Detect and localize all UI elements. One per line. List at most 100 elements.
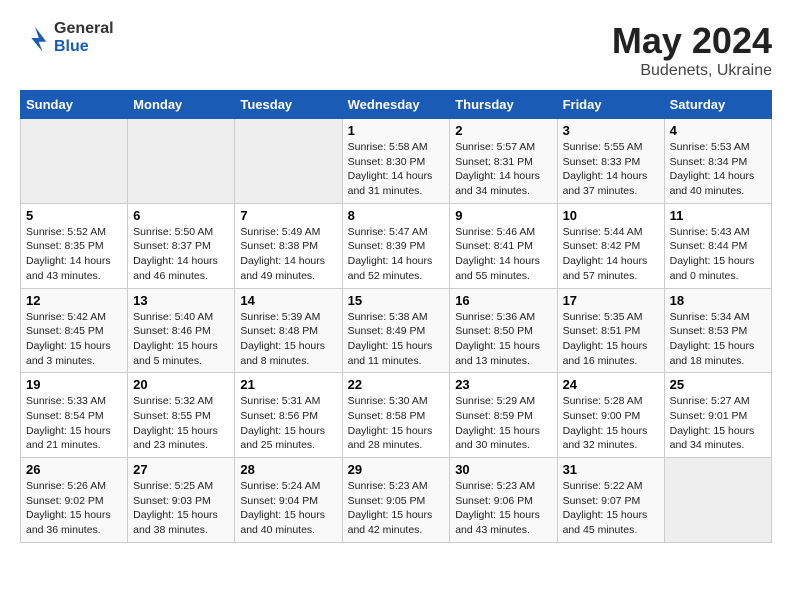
calendar-cell: 20 Sunrise: 5:32 AMSunset: 8:55 PMDayligh…	[128, 373, 235, 458]
calendar-cell: 11Sunrise: 5:43 AMSunset: 8:44 PMDayligh…	[664, 203, 771, 288]
logo: General Blue	[20, 20, 114, 56]
day-number: 7	[240, 208, 336, 223]
calendar-cell	[235, 119, 342, 204]
day-info: Sunrise: 5:49 AMSunset: 8:38 PMDaylight:…	[240, 225, 336, 284]
calendar-cell: 7 Sunrise: 5:49 AMSunset: 8:38 PMDaylight…	[235, 203, 342, 288]
day-number: 30	[455, 462, 551, 477]
day-number: 16	[455, 293, 551, 308]
day-info: Sunrise: 5:58 AMSunset: 8:30 PMDaylight:…	[348, 140, 445, 199]
day-number: 1	[348, 123, 445, 138]
day-info: Sunrise: 5:43 AMSunset: 8:44 PMDaylight:…	[670, 225, 766, 284]
day-info: Sunrise: 5:25 AMSunset: 9:03 PMDaylight:…	[133, 479, 229, 538]
day-info: Sunrise: 5:46 AMSunset: 8:41 PMDaylight:…	[455, 225, 551, 284]
calendar-cell: 24 Sunrise: 5:28 AMSunset: 9:00 PMDayligh…	[557, 373, 664, 458]
day-info: Sunrise: 5:50 AMSunset: 8:37 PMDaylight:…	[133, 225, 229, 284]
day-info: Sunrise: 5:30 AMSunset: 8:58 PMDaylight:…	[348, 394, 445, 453]
calendar-cell: 28 Sunrise: 5:24 AMSunset: 9:04 PMDayligh…	[235, 458, 342, 543]
day-info: Sunrise: 5:34 AMSunset: 8:53 PMDaylight:…	[670, 310, 766, 369]
day-info: Sunrise: 5:36 AMSunset: 8:50 PMDaylight:…	[455, 310, 551, 369]
day-number: 28	[240, 462, 336, 477]
subtitle: Budenets, Ukraine	[612, 62, 772, 80]
calendar-week-row: 5Sunrise: 5:52 AMSunset: 8:35 PMDaylight…	[21, 203, 772, 288]
calendar-cell: 15 Sunrise: 5:38 AMSunset: 8:49 PMDayligh…	[342, 288, 450, 373]
day-info: Sunrise: 5:23 AMSunset: 9:05 PMDaylight:…	[348, 479, 445, 538]
day-number: 24	[563, 377, 659, 392]
day-info: Sunrise: 5:39 AMSunset: 8:48 PMDaylight:…	[240, 310, 336, 369]
day-number: 17	[563, 293, 659, 308]
day-info: Sunrise: 5:31 AMSunset: 8:56 PMDaylight:…	[240, 394, 336, 453]
calendar-cell	[128, 119, 235, 204]
calendar-cell: 2 Sunrise: 5:57 AMSunset: 8:31 PMDaylight…	[450, 119, 557, 204]
day-number: 25	[670, 377, 766, 392]
day-info: Sunrise: 5:23 AMSunset: 9:06 PMDaylight:…	[455, 479, 551, 538]
day-number: 29	[348, 462, 445, 477]
day-number: 6	[133, 208, 229, 223]
day-number: 26	[26, 462, 122, 477]
day-info: Sunrise: 5:27 AMSunset: 9:01 PMDaylight:…	[670, 394, 766, 453]
day-info: Sunrise: 5:40 AMSunset: 8:46 PMDaylight:…	[133, 310, 229, 369]
day-info: Sunrise: 5:32 AMSunset: 8:55 PMDaylight:…	[133, 394, 229, 453]
day-info: Sunrise: 5:53 AMSunset: 8:34 PMDaylight:…	[670, 140, 766, 199]
day-number: 20	[133, 377, 229, 392]
day-number: 9	[455, 208, 551, 223]
weekday-header: Friday	[557, 91, 664, 119]
main-title: May 2024	[612, 20, 772, 62]
calendar-cell: 3 Sunrise: 5:55 AMSunset: 8:33 PMDaylight…	[557, 119, 664, 204]
day-number: 15	[348, 293, 445, 308]
page-header: General Blue May 2024 Budenets, Ukraine	[20, 20, 772, 80]
calendar-cell: 16 Sunrise: 5:36 AMSunset: 8:50 PMDayligh…	[450, 288, 557, 373]
calendar-cell: 23Sunrise: 5:29 AMSunset: 8:59 PMDayligh…	[450, 373, 557, 458]
calendar-cell: 5Sunrise: 5:52 AMSunset: 8:35 PMDaylight…	[21, 203, 128, 288]
day-number: 14	[240, 293, 336, 308]
day-number: 3	[563, 123, 659, 138]
calendar-cell: 12Sunrise: 5:42 AMSunset: 8:45 PMDayligh…	[21, 288, 128, 373]
weekday-header-row: SundayMondayTuesdayWednesdayThursdayFrid…	[21, 91, 772, 119]
calendar-cell: 25 Sunrise: 5:27 AMSunset: 9:01 PMDayligh…	[664, 373, 771, 458]
calendar-week-row: 26Sunrise: 5:26 AMSunset: 9:02 PMDayligh…	[21, 458, 772, 543]
calendar-week-row: 19Sunrise: 5:33 AMSunset: 8:54 PMDayligh…	[21, 373, 772, 458]
calendar-cell: 26Sunrise: 5:26 AMSunset: 9:02 PMDayligh…	[21, 458, 128, 543]
day-info: Sunrise: 5:22 AMSunset: 9:07 PMDaylight:…	[563, 479, 659, 538]
calendar-cell: 31 Sunrise: 5:22 AMSunset: 9:07 PMDayligh…	[557, 458, 664, 543]
calendar-table: SundayMondayTuesdayWednesdayThursdayFrid…	[20, 90, 772, 543]
day-info: Sunrise: 5:24 AMSunset: 9:04 PMDaylight:…	[240, 479, 336, 538]
day-info: Sunrise: 5:47 AMSunset: 8:39 PMDaylight:…	[348, 225, 445, 284]
calendar-cell: 22 Sunrise: 5:30 AMSunset: 8:58 PMDayligh…	[342, 373, 450, 458]
day-number: 27	[133, 462, 229, 477]
day-info: Sunrise: 5:33 AMSunset: 8:54 PMDaylight:…	[26, 394, 122, 453]
calendar-cell	[21, 119, 128, 204]
calendar-cell: 27 Sunrise: 5:25 AMSunset: 9:03 PMDayligh…	[128, 458, 235, 543]
calendar-cell: 6 Sunrise: 5:50 AMSunset: 8:37 PMDaylight…	[128, 203, 235, 288]
weekday-header: Saturday	[664, 91, 771, 119]
day-number: 12	[26, 293, 122, 308]
logo-blue: Blue	[54, 38, 114, 56]
weekday-header: Tuesday	[235, 91, 342, 119]
calendar-cell: 10 Sunrise: 5:44 AMSunset: 8:42 PMDayligh…	[557, 203, 664, 288]
logo-general: General	[54, 20, 114, 38]
day-number: 31	[563, 462, 659, 477]
weekday-header: Wednesday	[342, 91, 450, 119]
calendar-cell: 4Sunrise: 5:53 AMSunset: 8:34 PMDaylight…	[664, 119, 771, 204]
day-number: 21	[240, 377, 336, 392]
day-number: 22	[348, 377, 445, 392]
day-info: Sunrise: 5:55 AMSunset: 8:33 PMDaylight:…	[563, 140, 659, 199]
day-info: Sunrise: 5:28 AMSunset: 9:00 PMDaylight:…	[563, 394, 659, 453]
calendar-cell: 21 Sunrise: 5:31 AMSunset: 8:56 PMDayligh…	[235, 373, 342, 458]
calendar-cell: 8Sunrise: 5:47 AMSunset: 8:39 PMDaylight…	[342, 203, 450, 288]
day-info: Sunrise: 5:38 AMSunset: 8:49 PMDaylight:…	[348, 310, 445, 369]
title-block: May 2024 Budenets, Ukraine	[612, 20, 772, 80]
calendar-cell: 13Sunrise: 5:40 AMSunset: 8:46 PMDayligh…	[128, 288, 235, 373]
weekday-header: Sunday	[21, 91, 128, 119]
calendar-week-row: 12Sunrise: 5:42 AMSunset: 8:45 PMDayligh…	[21, 288, 772, 373]
day-info: Sunrise: 5:52 AMSunset: 8:35 PMDaylight:…	[26, 225, 122, 284]
day-info: Sunrise: 5:57 AMSunset: 8:31 PMDaylight:…	[455, 140, 551, 199]
day-number: 23	[455, 377, 551, 392]
day-number: 10	[563, 208, 659, 223]
day-info: Sunrise: 5:35 AMSunset: 8:51 PMDaylight:…	[563, 310, 659, 369]
calendar-cell: 1 Sunrise: 5:58 AMSunset: 8:30 PMDaylight…	[342, 119, 450, 204]
day-number: 2	[455, 123, 551, 138]
day-info: Sunrise: 5:44 AMSunset: 8:42 PMDaylight:…	[563, 225, 659, 284]
day-number: 18	[670, 293, 766, 308]
calendar-cell	[664, 458, 771, 543]
weekday-header: Monday	[128, 91, 235, 119]
